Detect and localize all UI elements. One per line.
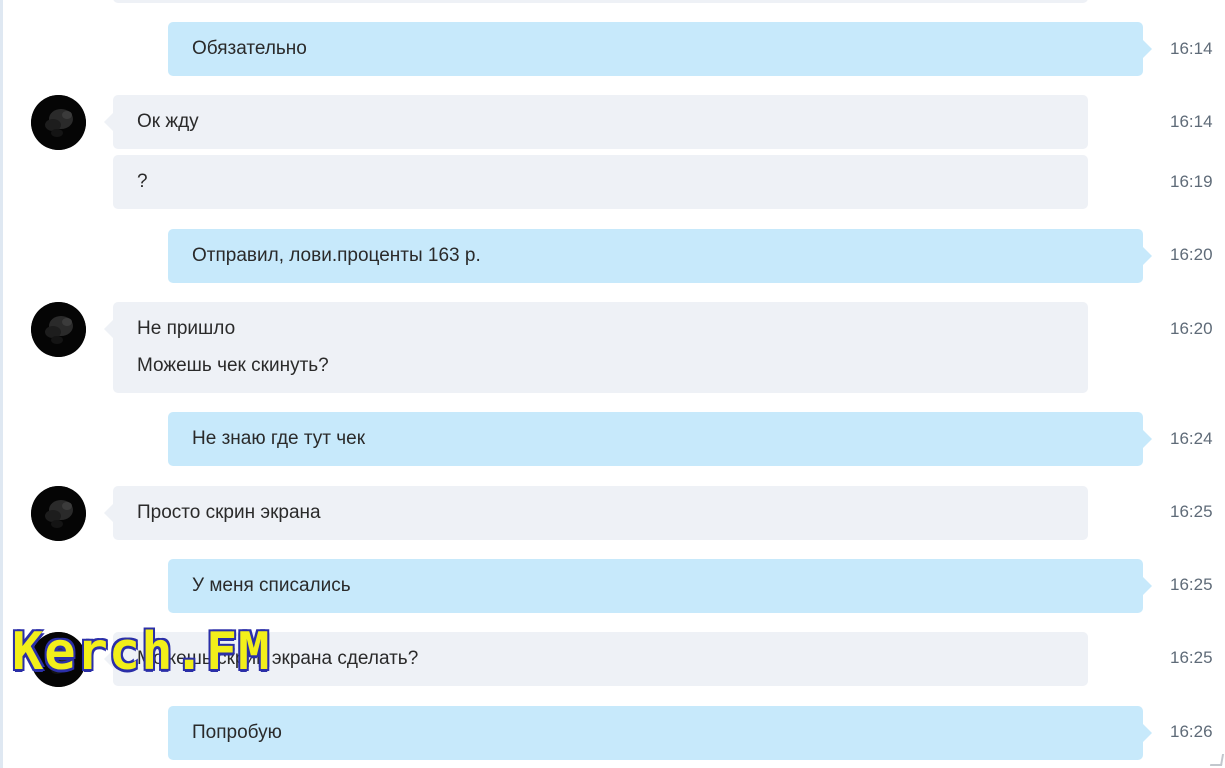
message-time: 16:24: [1170, 429, 1213, 448]
message-time: 16:14: [1170, 39, 1213, 58]
message-bubble-outgoing: Обязательно: [168, 22, 1152, 76]
message-text: Можешь скрин экрана сделать?: [137, 648, 419, 669]
message-time: 16:26: [1170, 722, 1213, 741]
message-bubble-incoming: Не пришло Можешь чек скинуть?: [104, 302, 1088, 393]
message-text: Отправил, лови.проценты 163 р.: [192, 245, 481, 266]
message-time: 16:25: [1170, 575, 1213, 594]
message-text: Ок жду: [137, 111, 199, 132]
message-bubble-incoming: Можешь скрин экрана сделать?: [104, 632, 1088, 686]
message-text: ?: [137, 171, 148, 192]
message-time: 16:25: [1170, 648, 1213, 667]
message-bubble-outgoing: У меня списались: [168, 559, 1152, 613]
contact-avatar[interactable]: [31, 486, 86, 541]
message-text: Не пришло: [137, 318, 236, 339]
message-time: 16:25: [1170, 502, 1213, 521]
message-text: У меня списались: [192, 575, 351, 596]
message-bubble-outgoing: Попробую: [168, 706, 1152, 760]
message-bubble-outgoing: Отправил, лови.проценты 163 р.: [168, 229, 1152, 283]
message-bubble-cutoff: [113, 0, 1088, 3]
contact-avatar[interactable]: [31, 302, 86, 357]
contact-avatar[interactable]: [31, 95, 86, 150]
message-time: 16:20: [1170, 245, 1213, 264]
message-bubble-incoming: Ок жду: [104, 95, 1088, 149]
dark-dog-avatar-icon: [31, 486, 86, 541]
message-text: Не знаю где тут чек: [192, 428, 366, 449]
chat-left-border: [0, 0, 3, 768]
message-bubble-incoming: ?: [113, 155, 1088, 209]
message-bubble-outgoing: Не знаю где тут чек: [168, 412, 1152, 466]
message-text: Обязательно: [192, 38, 307, 59]
message-text: Попробую: [192, 722, 282, 743]
dark-dog-avatar-icon: [31, 632, 86, 687]
resize-grip-icon[interactable]: [1209, 754, 1225, 766]
contact-avatar[interactable]: [31, 632, 86, 687]
dark-dog-avatar-icon: [31, 95, 86, 150]
message-time: 16:19: [1170, 172, 1213, 191]
message-time: 16:14: [1170, 112, 1213, 131]
message-bubble-incoming: Просто скрин экрана: [104, 486, 1088, 540]
dark-dog-avatar-icon: [31, 302, 86, 357]
message-time: 16:20: [1170, 319, 1213, 338]
message-text: Можешь чек скинуть?: [137, 355, 329, 376]
message-text: Просто скрин экрана: [137, 502, 321, 523]
